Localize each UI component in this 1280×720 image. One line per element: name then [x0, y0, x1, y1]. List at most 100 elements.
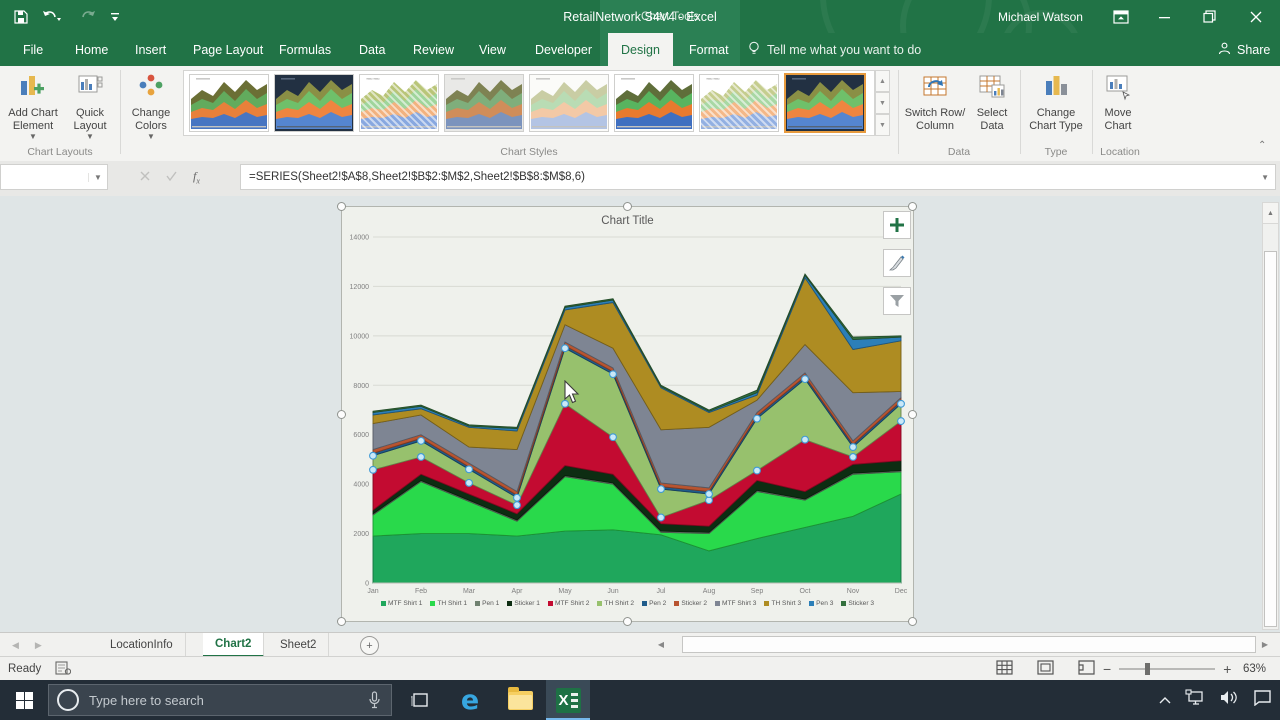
legend-item[interactable]: TH Shirt 1	[430, 600, 467, 607]
chart-style-thumbnail-chart-style-6[interactable]	[614, 74, 694, 132]
chart-style-thumbnail-chart-style-5[interactable]	[529, 74, 609, 132]
legend-item[interactable]: Sticker 2	[674, 600, 707, 607]
selected-series-data-point[interactable]	[754, 415, 761, 422]
chart-style-thumbnail-chart-style-4[interactable]	[444, 74, 524, 132]
tab-design[interactable]: Design	[608, 33, 673, 66]
customize-qat-button[interactable]	[110, 11, 120, 23]
file-explorer-icon[interactable]	[498, 680, 542, 720]
chart-filters-button[interactable]	[883, 287, 911, 315]
taskbar-search-input[interactable]: Type here to search	[48, 684, 392, 716]
selection-handle[interactable]	[908, 617, 917, 626]
selected-series-data-point[interactable]	[850, 444, 857, 451]
gallery-scroll-down[interactable]: ▼	[875, 92, 890, 114]
move-chart-button[interactable]: Move Chart	[1094, 69, 1142, 133]
chart-style-thumbnail-chart-style-3[interactable]	[359, 74, 439, 132]
worksheet-area[interactable]: Chart Title02000400060008000100001200014…	[0, 196, 1280, 632]
share-button[interactable]: Share	[1218, 33, 1270, 66]
name-box[interactable]: ▼	[0, 164, 108, 190]
volume-icon[interactable]	[1219, 689, 1239, 711]
selection-handle[interactable]	[908, 410, 917, 419]
selected-series-data-point[interactable]	[610, 434, 617, 441]
selection-handle[interactable]	[337, 202, 346, 211]
change-chart-type-button[interactable]: Change Chart Type	[1024, 69, 1088, 133]
sheet-tab-sheet2[interactable]: Sheet2	[268, 633, 329, 657]
chart-style-thumbnail-chart-style-2[interactable]	[274, 74, 354, 132]
selected-series-data-point[interactable]	[370, 452, 377, 459]
ribbon-display-options-button[interactable]	[1104, 0, 1138, 33]
horizontal-scroll-thumb[interactable]	[682, 636, 1256, 653]
tab-page-layout[interactable]: Page Layout	[180, 33, 276, 66]
close-button[interactable]	[1239, 0, 1273, 33]
selected-series-data-point[interactable]	[802, 436, 809, 443]
tab-insert[interactable]: Insert	[122, 33, 179, 66]
chart-style-thumbnail-chart-style-8[interactable]	[784, 73, 866, 133]
scroll-right-icon[interactable]: ▶	[1258, 635, 1272, 654]
sheet-tab-locationinfo[interactable]: LocationInfo	[98, 633, 186, 657]
formula-bar-expand-icon[interactable]: ▼	[1261, 173, 1269, 182]
chart-style-thumbnail-chart-style-7[interactable]	[699, 74, 779, 132]
selected-series-data-point[interactable]	[562, 345, 569, 352]
vertical-scrollbar[interactable]: ▲	[1262, 202, 1279, 630]
selection-handle[interactable]	[337, 410, 346, 419]
tab-data[interactable]: Data	[346, 33, 398, 66]
excel-taskbar-icon[interactable]: X	[546, 680, 590, 720]
zoom-slider[interactable]	[1119, 668, 1215, 670]
legend-item[interactable]: Pen 1	[475, 600, 499, 607]
tell-me-box[interactable]: Tell me what you want to do	[748, 33, 921, 66]
selected-series-data-point[interactable]	[466, 480, 473, 487]
selected-series-data-point[interactable]	[418, 454, 425, 461]
selected-series-data-point[interactable]	[370, 466, 377, 473]
selection-handle[interactable]	[908, 202, 917, 211]
gallery-more-button[interactable]: ▼	[875, 114, 890, 136]
selection-handle[interactable]	[337, 617, 346, 626]
selected-series-data-point[interactable]	[658, 514, 665, 521]
page-break-view-icon[interactable]	[1078, 660, 1095, 678]
tab-home[interactable]: Home	[62, 33, 121, 66]
quick-layout-button[interactable]: Quick Layout▼	[64, 69, 116, 141]
selected-series-data-point[interactable]	[514, 494, 521, 501]
tab-file[interactable]: File	[10, 33, 56, 66]
cancel-formula-icon[interactable]	[140, 168, 150, 186]
chart-elements-button[interactable]	[883, 211, 911, 239]
change-colors-button[interactable]: Change Colors▼	[123, 69, 179, 141]
sheet-nav-right-icon[interactable]: ▶	[35, 640, 42, 651]
tab-review[interactable]: Review	[400, 33, 467, 66]
start-button[interactable]	[0, 680, 48, 720]
sheet-tab-chart2[interactable]: Chart2	[203, 633, 264, 657]
zoom-in-button[interactable]: +	[1223, 661, 1231, 677]
legend-item[interactable]: MTF Shirt 1	[381, 600, 422, 607]
chart-style-button[interactable]	[883, 249, 911, 277]
selected-series-data-point[interactable]	[850, 454, 857, 461]
restore-button[interactable]	[1192, 0, 1226, 33]
formula-input[interactable]: =SERIES(Sheet2!$A$8,Sheet2!$B$2:$M$2,She…	[240, 164, 1276, 190]
tab-view[interactable]: View	[466, 33, 519, 66]
chart-object[interactable]: Chart Title02000400060008000100001200014…	[341, 206, 914, 622]
legend-item[interactable]: MTF Shirt 2	[548, 600, 589, 607]
hidden-icons-chevron[interactable]	[1159, 691, 1171, 709]
legend-item[interactable]: Sticker 1	[507, 600, 540, 607]
edge-browser-icon[interactable]: e	[448, 680, 492, 720]
macro-record-icon[interactable]	[55, 661, 71, 678]
selected-series-data-point[interactable]	[610, 371, 617, 378]
minimize-button[interactable]	[1148, 0, 1182, 33]
legend-item[interactable]: Pen 3	[809, 600, 833, 607]
scroll-up-icon[interactable]: ▲	[1263, 203, 1278, 224]
add-chart-element-button[interactable]: Add Chart Element▼	[4, 69, 62, 141]
selection-handle[interactable]	[623, 617, 632, 626]
tab-developer[interactable]: Developer	[522, 33, 605, 66]
selection-handle[interactable]	[623, 202, 632, 211]
zoom-level[interactable]: 63%	[1243, 657, 1266, 681]
new-sheet-button[interactable]: +	[360, 636, 379, 655]
selected-series-data-point[interactable]	[754, 467, 761, 474]
stacked-area-chart[interactable]: Chart Title02000400060008000100001200014…	[342, 207, 913, 621]
signed-in-user[interactable]: Michael Watson	[998, 0, 1083, 33]
save-icon[interactable]	[14, 10, 28, 24]
name-box-caret-icon[interactable]: ▼	[88, 173, 107, 182]
legend-item[interactable]: Pen 2	[642, 600, 666, 607]
redo-button[interactable]	[76, 10, 96, 24]
legend-item[interactable]: TH Shirt 3	[764, 600, 801, 607]
network-icon[interactable]	[1185, 689, 1205, 711]
switch-row-column-button[interactable]: Switch Row/ Column	[902, 69, 968, 133]
vertical-scroll-thumb[interactable]	[1264, 251, 1277, 627]
legend-item[interactable]: TH Shirt 2	[597, 600, 634, 607]
